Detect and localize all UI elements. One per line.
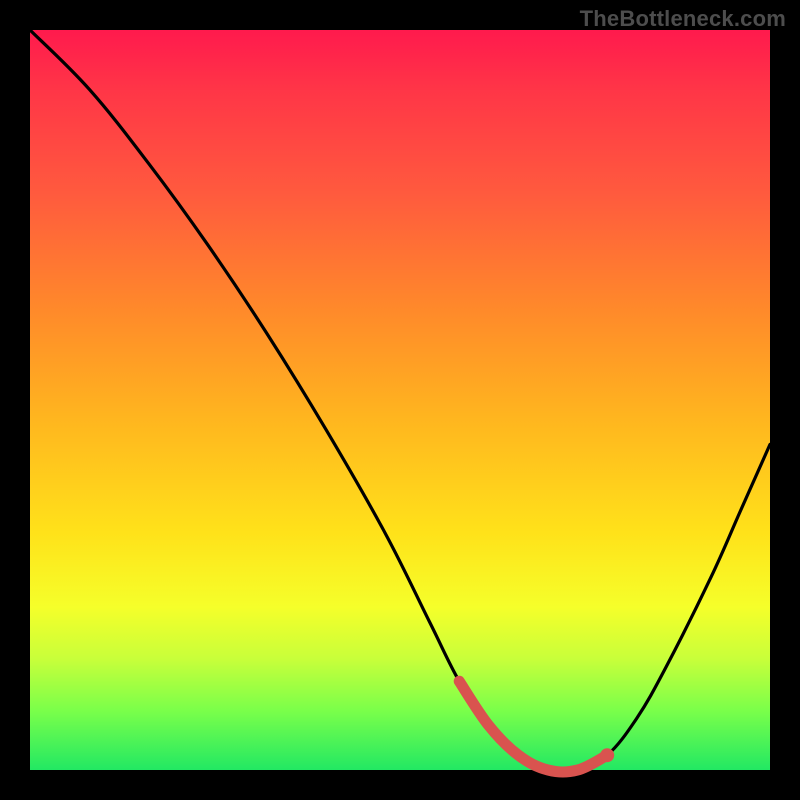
brand-watermark: TheBottleneck.com xyxy=(580,6,786,32)
curve-svg xyxy=(30,30,770,770)
highlight-end-dot xyxy=(600,748,614,762)
bottleneck-curve xyxy=(30,30,770,772)
chart-frame: TheBottleneck.com xyxy=(0,0,800,800)
highlight-segment xyxy=(459,681,607,772)
plot-area xyxy=(30,30,770,770)
